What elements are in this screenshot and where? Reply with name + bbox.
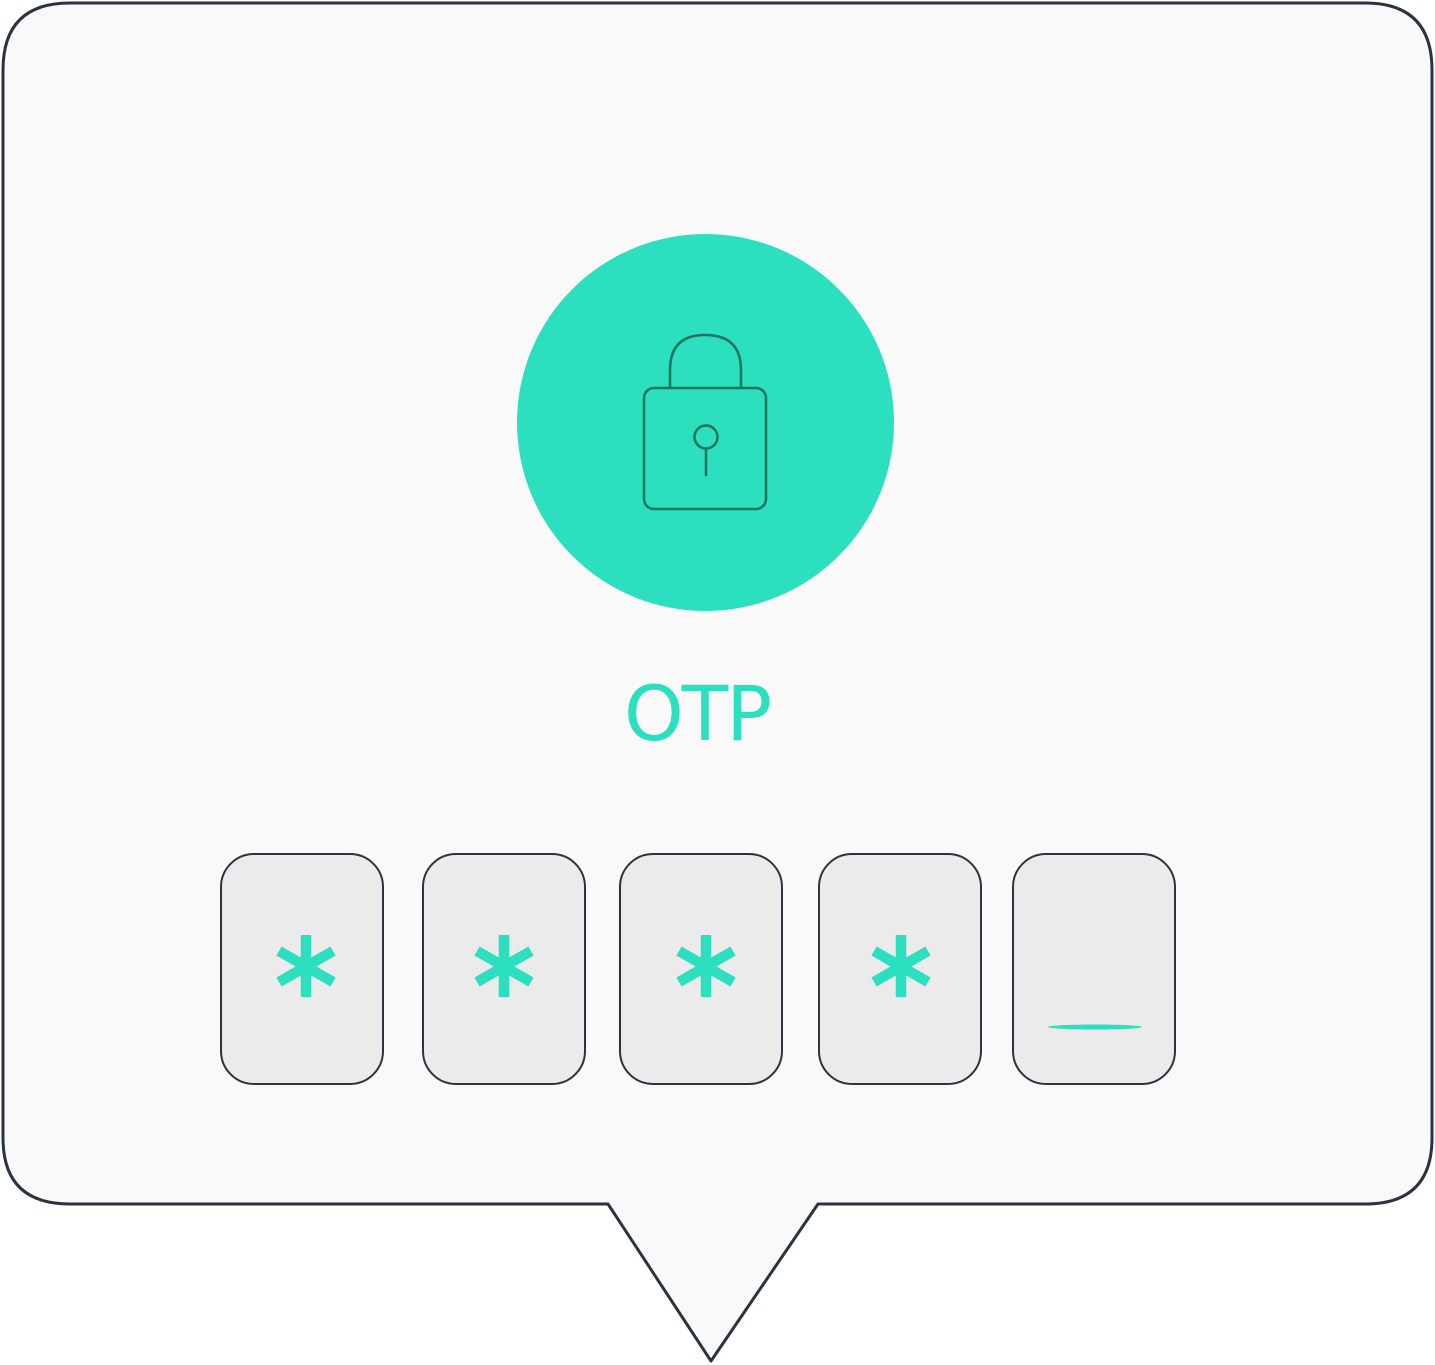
asterisk-icon <box>871 935 931 997</box>
cursor-underline <box>1048 1024 1142 1030</box>
lock-icon <box>642 333 768 511</box>
otp-digit-box[interactable] <box>220 853 384 1085</box>
otp-digit-box[interactable] <box>422 853 586 1085</box>
otp-digit-box[interactable] <box>818 853 982 1085</box>
otp-digit-box[interactable] <box>619 853 783 1085</box>
asterisk-icon <box>676 935 736 997</box>
otp-digit-box-active[interactable] <box>1012 853 1176 1085</box>
page-title: OTP <box>623 669 772 758</box>
asterisk-icon <box>474 935 534 997</box>
lock-badge <box>517 234 894 611</box>
asterisk-icon <box>276 935 336 997</box>
